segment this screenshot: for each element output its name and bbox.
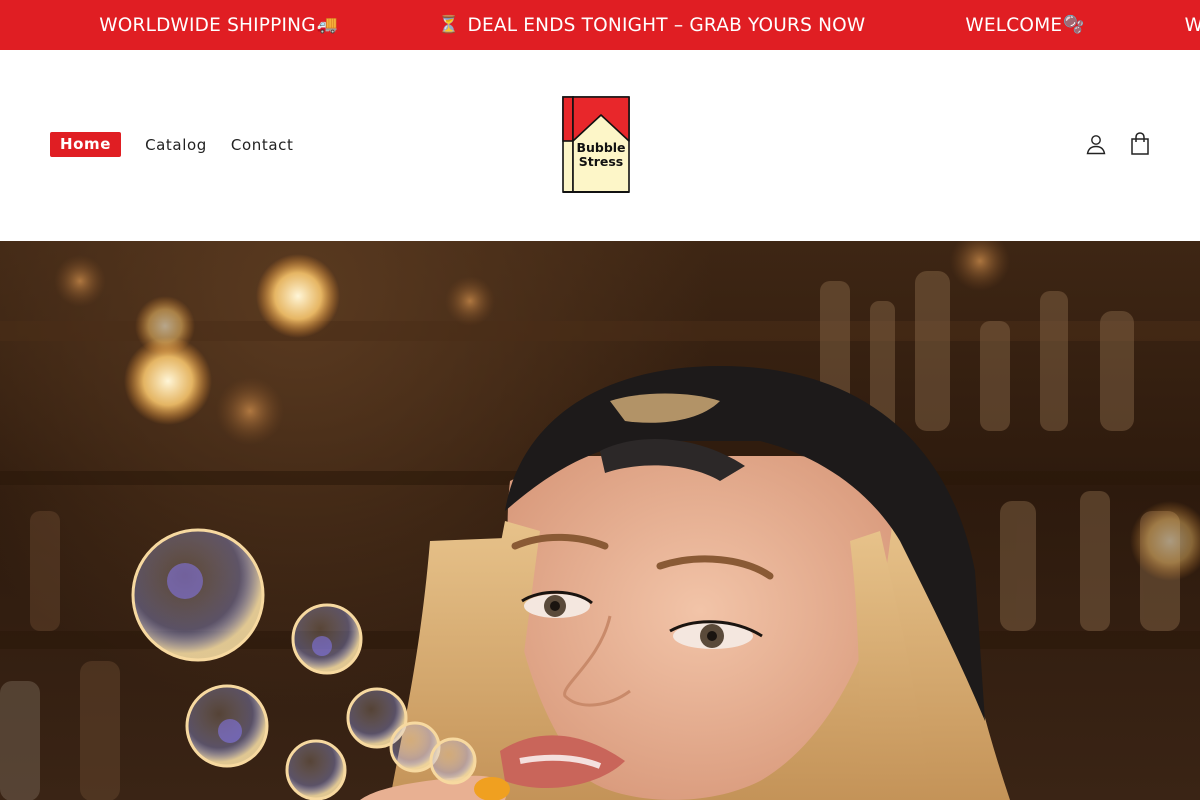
cart-icon[interactable] bbox=[1128, 132, 1152, 156]
announcement-welcome-text: WELCOME bbox=[965, 14, 1063, 36]
truck-icon: 🚚 bbox=[316, 15, 339, 35]
logo-line-1: Bubble bbox=[576, 140, 626, 155]
announcement-welcome: WELCOME 🫧 bbox=[965, 15, 1084, 36]
hero-photo-illustration bbox=[0, 241, 1200, 800]
announcement-shipping-text: WORLDWIDE SHIPPING bbox=[99, 14, 316, 36]
logo-wordmark: Bubble Stress bbox=[571, 141, 631, 169]
logo-line-2: Stress bbox=[578, 154, 624, 169]
announcement-next-partial: W bbox=[1185, 15, 1200, 36]
nav-home-link[interactable]: Home bbox=[50, 132, 122, 157]
hero-banner-image bbox=[0, 241, 1200, 800]
nav-catalog-link[interactable]: Catalog bbox=[145, 136, 207, 154]
announcement-deal: ⏳ DEAL ENDS TONIGHT – GRAB YOURS NOW bbox=[438, 15, 865, 36]
brand-logo[interactable]: Bubble Stress bbox=[561, 95, 631, 195]
announcement-next-text: W bbox=[1184, 14, 1200, 36]
announcement-bar: E 🫧 WORLDWIDE SHIPPING 🚚 ⏳ DEAL ENDS TON… bbox=[0, 0, 1200, 50]
account-icon[interactable] bbox=[1084, 132, 1108, 156]
bubbles-icon: 🫧 bbox=[1063, 15, 1085, 35]
header-actions bbox=[1084, 132, 1152, 156]
main-nav: Home Catalog Contact bbox=[50, 132, 317, 157]
site-header: Home Catalog Contact Bubble Stress bbox=[0, 50, 1200, 241]
announcement-deal-text: DEAL ENDS TONIGHT – GRAB YOURS NOW bbox=[467, 14, 866, 36]
announcement-shipping: WORLDWIDE SHIPPING 🚚 bbox=[99, 15, 338, 36]
hourglass-icon: ⏳ bbox=[438, 15, 460, 35]
announcement-track: E 🫧 WORLDWIDE SHIPPING 🚚 ⏳ DEAL ENDS TON… bbox=[0, 0, 1200, 50]
nav-contact-link[interactable]: Contact bbox=[231, 136, 294, 154]
